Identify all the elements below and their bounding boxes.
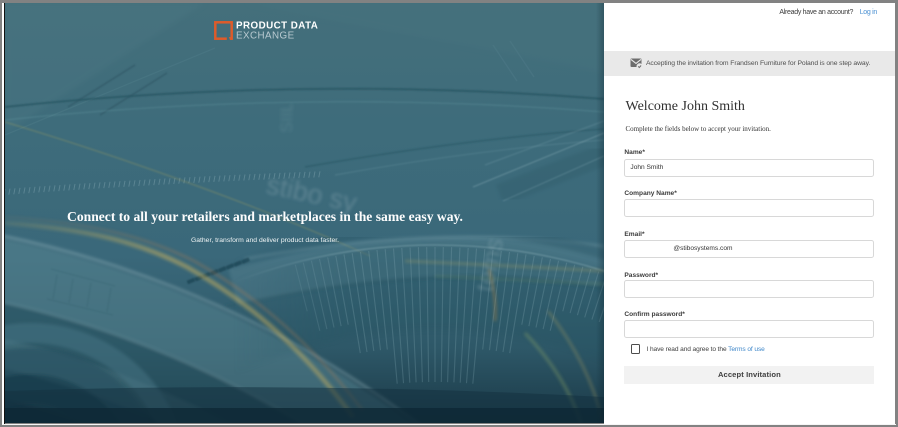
svg-text:SIIL: SIIL [277,103,296,133]
svg-text:EXCHANGE: EXCHANGE [236,30,295,41]
svg-text:Connect to all your retailers: Connect to all your retailers and market… [67,209,463,224]
svg-text:Gather, transform and deliver: Gather, transform and deliver product da… [191,237,339,244]
